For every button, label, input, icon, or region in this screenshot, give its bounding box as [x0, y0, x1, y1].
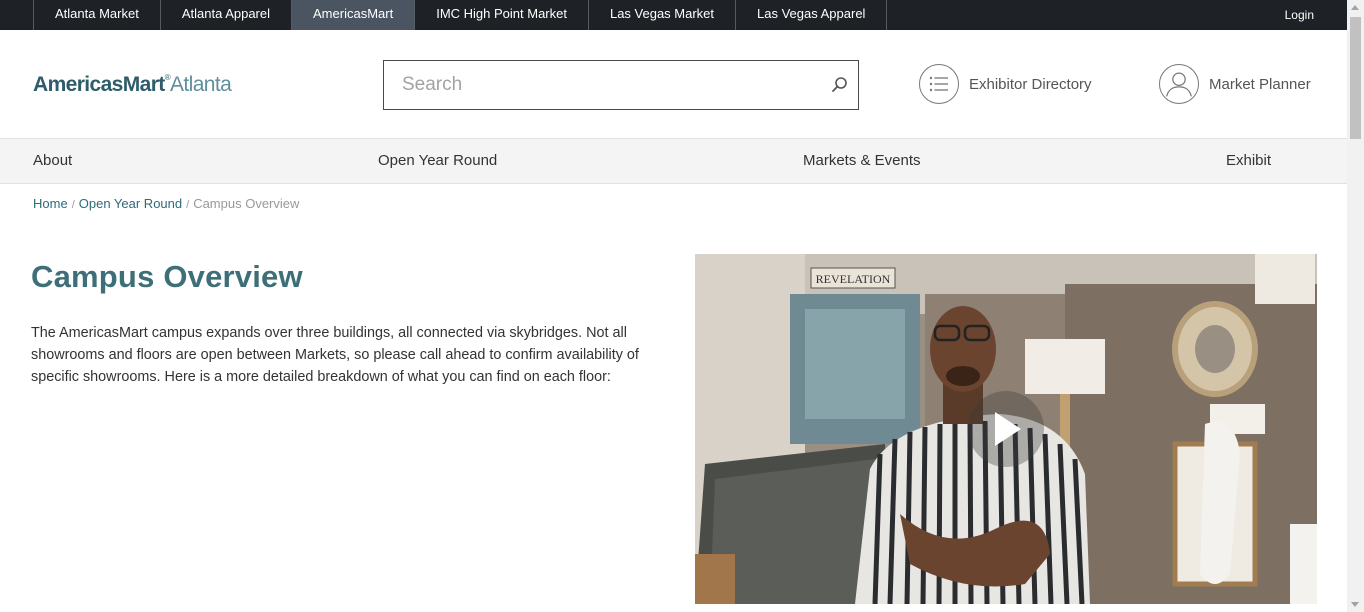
network-bar: Atlanta Market Atlanta Apparel AmericasM… — [0, 0, 1347, 30]
main-nav: About Open Year Round Markets & Events E… — [0, 138, 1347, 184]
exhibitor-directory-label: Exhibitor Directory — [969, 75, 1092, 93]
tab-americasmart[interactable]: AmericasMart — [292, 0, 416, 30]
tab-atlanta-apparel[interactable]: Atlanta Apparel — [161, 0, 293, 30]
sign-text: REVELATION — [816, 272, 891, 286]
site-header: AmericasMart®Atlanta Exhibitor Directory — [0, 30, 1347, 138]
breadcrumb-current: Campus Overview — [193, 196, 300, 211]
logo-brand: AmericasMart — [33, 73, 165, 96]
scrollbar-thumb[interactable] — [1350, 17, 1361, 139]
search-box — [383, 60, 859, 110]
list-icon — [919, 64, 959, 104]
page-scrollbar[interactable] — [1347, 0, 1364, 612]
user-icon — [1159, 64, 1199, 104]
video-thumbnail: REVELATION — [695, 254, 1317, 604]
login-link[interactable]: Login — [1285, 0, 1314, 30]
breadcrumb: Home / Open Year Round / Campus Overview — [33, 196, 299, 211]
tab-imc-high-point-market[interactable]: IMC High Point Market — [415, 0, 589, 30]
site-logo[interactable]: AmericasMart®Atlanta — [33, 73, 232, 97]
breadcrumb-separator: / — [71, 199, 75, 211]
breadcrumb-open-year-round[interactable]: Open Year Round — [79, 196, 182, 211]
network-tabs: Atlanta Market Atlanta Apparel AmericasM… — [33, 0, 888, 30]
logo-city: Atlanta — [170, 73, 232, 96]
page-title: Campus Overview — [31, 259, 303, 294]
market-planner-label: Market Planner — [1209, 75, 1311, 93]
nav-open-year-round[interactable]: Open Year Round — [378, 139, 497, 183]
market-planner-link[interactable]: Market Planner — [1159, 63, 1311, 105]
tab-las-vegas-apparel[interactable]: Las Vegas Apparel — [736, 0, 888, 30]
exhibitor-directory-link[interactable]: Exhibitor Directory — [919, 63, 1092, 105]
scroll-down-arrow-icon[interactable] — [1351, 602, 1359, 607]
scroll-up-arrow-icon[interactable] — [1351, 5, 1359, 10]
breadcrumb-home[interactable]: Home — [33, 196, 68, 211]
breadcrumb-separator: / — [186, 199, 190, 211]
video-player[interactable]: REVELATION — [695, 254, 1317, 604]
tab-atlanta-market[interactable]: Atlanta Market — [34, 0, 161, 30]
search-input[interactable] — [384, 61, 814, 109]
nav-exhibit[interactable]: Exhibit — [1226, 139, 1271, 183]
intro-paragraph: The AmericasMart campus expands over thr… — [31, 325, 639, 385]
search-icon[interactable] — [831, 76, 849, 94]
nav-markets-events[interactable]: Markets & Events — [803, 139, 921, 183]
nav-about[interactable]: About — [33, 139, 72, 183]
tab-las-vegas-market[interactable]: Las Vegas Market — [589, 0, 737, 30]
